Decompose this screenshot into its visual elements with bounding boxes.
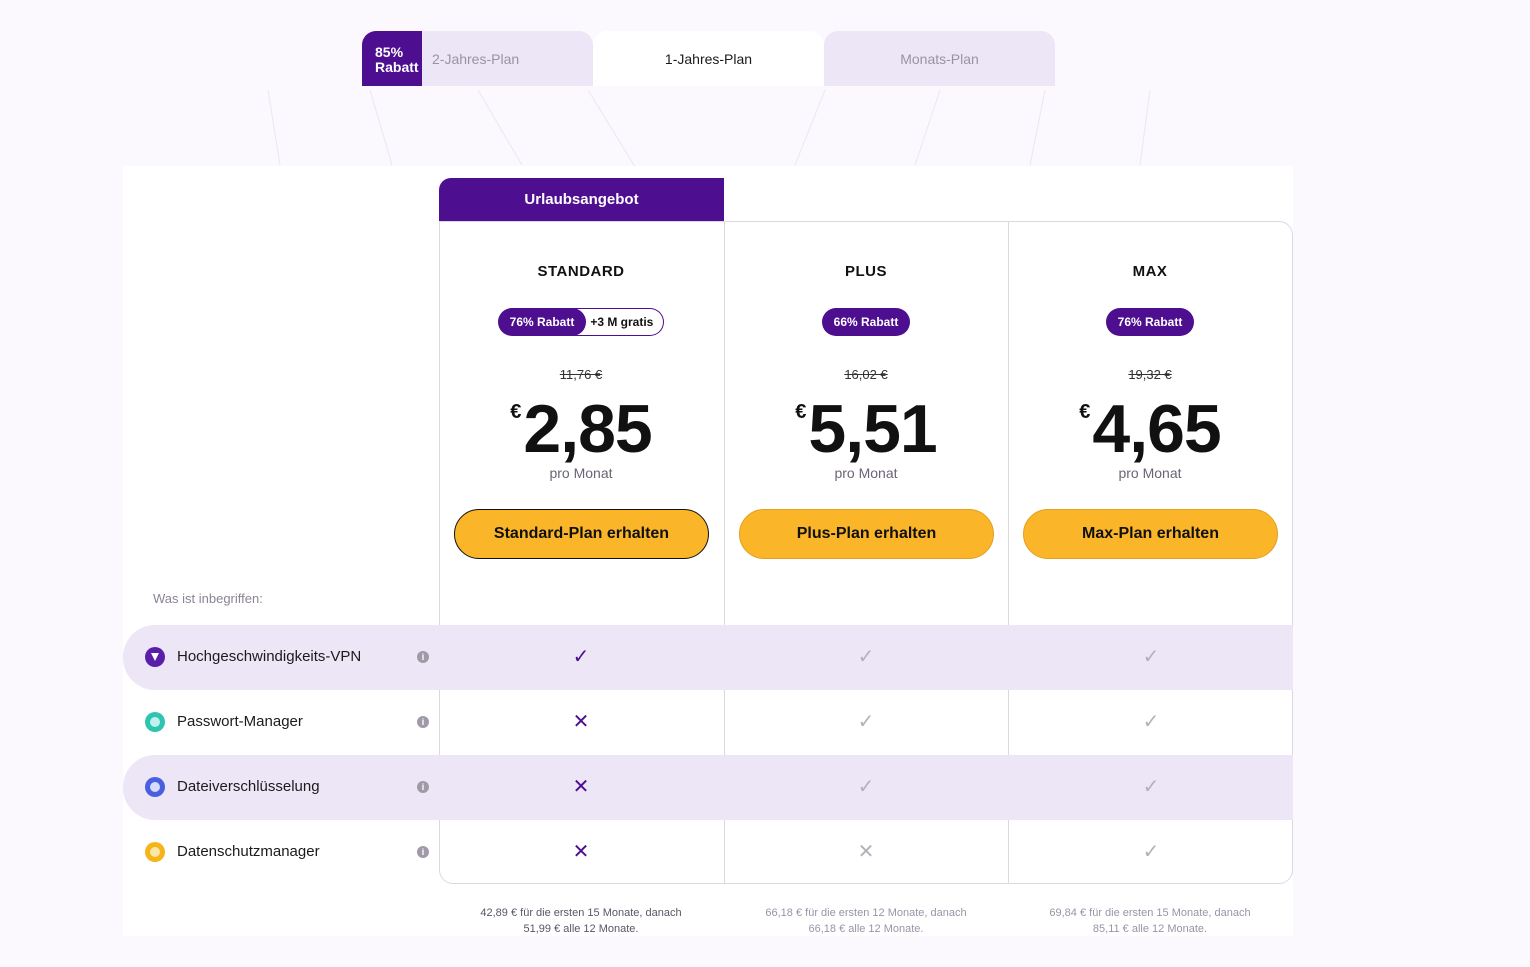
tab-label: 1-Jahres-Plan — [664, 50, 753, 67]
currency-symbol: € — [510, 401, 522, 423]
plan-standard: STANDARD 76% Rabatt +3 M gratis 11,76 € … — [439, 221, 723, 601]
discount-pills: 66% Rabatt — [724, 308, 1008, 336]
price: € 4,65 — [1008, 391, 1292, 467]
price-amount: 5,51 — [808, 391, 937, 467]
feature-label: Dateiverschlüsselung — [177, 778, 320, 795]
feature-label: Passwort-Manager — [177, 713, 303, 730]
check-icon: ✓ — [1142, 841, 1160, 863]
tab-label: 2-Jahres-Plan — [432, 50, 520, 67]
discount-badge: 76% Rabatt — [1105, 308, 1195, 336]
vpn-shield-icon — [145, 647, 165, 667]
check-icon: ✓ — [1142, 776, 1160, 798]
check-icon: ✓ — [1142, 646, 1160, 668]
check-icon: ✓ — [857, 776, 875, 798]
tab-2-year-plan[interactable]: 85% Rabatt 2-Jahres-Plan — [362, 31, 593, 86]
plan-name: STANDARD — [537, 263, 625, 280]
plan-plus: PLUS 66% Rabatt 16,02 € € 5,51 pro Monat… — [724, 221, 1008, 601]
plan-footnote: 66,18 € für die ersten 12 Monate, danach… — [724, 905, 1008, 937]
get-plus-plan-button[interactable]: Plus-Plan erhalten — [739, 509, 994, 559]
footnote-line: 66,18 € alle 12 Monate. — [808, 923, 924, 935]
feature-label: Hochgeschwindigkeits-VPN — [177, 648, 362, 665]
cross-icon: ✕ — [572, 711, 590, 733]
feature-row-password-manager: Passwort-Manager i ✕ ✓ ✓ — [123, 690, 1293, 755]
price-period: pro Monat — [549, 465, 613, 481]
included-heading: Was ist inbegriffen: — [153, 591, 263, 606]
currency-symbol: € — [1079, 401, 1091, 423]
price-amount: 2,85 — [523, 391, 652, 467]
discount-pills: 76% Rabatt — [1008, 308, 1292, 336]
tab-monthly-plan[interactable]: Monats-Plan — [824, 31, 1055, 86]
info-icon[interactable]: i — [417, 651, 429, 663]
plan-name: PLUS — [844, 263, 887, 280]
cross-icon: ✕ — [857, 841, 875, 863]
price: € 2,85 — [439, 391, 723, 467]
footnote-line: 51,99 € alle 12 Monate. — [523, 923, 639, 935]
footnote-line: 66,18 € für die ersten 12 Monate, danach — [765, 907, 967, 919]
old-price: 11,76 € — [559, 367, 603, 382]
info-icon[interactable]: i — [417, 846, 429, 858]
plan-footnote: 69,84 € für die ersten 15 Monate, danach… — [1008, 905, 1292, 937]
info-icon[interactable]: i — [417, 716, 429, 728]
price-period: pro Monat — [1118, 465, 1182, 481]
plan-name: MAX — [1132, 263, 1168, 280]
check-icon: ✓ — [857, 646, 875, 668]
old-price: 19,32 € — [1128, 367, 1172, 382]
footnote-line: 69,84 € für die ersten 15 Monate, danach — [1049, 907, 1251, 919]
file-encryption-icon — [145, 777, 165, 797]
cross-icon: ✕ — [572, 776, 590, 798]
plan-footnote: 42,89 € für die ersten 15 Monate, danach… — [439, 905, 723, 937]
bonus-badge: +3 M gratis — [572, 308, 665, 336]
feature-label: Datenschutzmanager — [177, 843, 320, 860]
price-amount: 4,65 — [1092, 391, 1221, 467]
feature-row-privacy-manager: Datenschutzmanager i ✕ ✕ ✓ — [123, 820, 1293, 885]
check-icon: ✓ — [857, 711, 875, 733]
discount-pills: 76% Rabatt +3 M gratis — [439, 308, 723, 336]
footnote-line: 42,89 € für die ersten 15 Monate, danach — [480, 907, 682, 919]
cross-icon: ✕ — [572, 841, 590, 863]
tab-1-year-plan[interactable]: 1-Jahres-Plan — [593, 31, 824, 86]
discount-badge: 66% Rabatt — [821, 308, 911, 336]
feature-row-vpn: Hochgeschwindigkeits-VPN i ✓ ✓ ✓ — [123, 625, 1293, 690]
currency-symbol: € — [795, 401, 807, 423]
old-price: 16,02 € — [844, 367, 888, 382]
feature-row-file-encryption: Dateiverschlüsselung i ✕ ✓ ✓ — [123, 755, 1293, 820]
plan-period-tabs: 85% Rabatt 2-Jahres-Plan 1-Jahres-Plan M… — [362, 31, 1055, 86]
get-standard-plan-button[interactable]: Standard-Plan erhalten — [454, 509, 709, 559]
privacy-manager-icon — [145, 842, 165, 862]
footnote-line: 85,11 € alle 12 Monate. — [1092, 923, 1208, 935]
get-max-plan-button[interactable]: Max-Plan erhalten — [1023, 509, 1278, 559]
password-manager-icon — [145, 712, 165, 732]
discount-badge-85: 85% Rabatt — [362, 31, 422, 86]
check-icon: ✓ — [1142, 711, 1160, 733]
tab-label: Monats-Plan — [900, 50, 979, 67]
price-period: pro Monat — [834, 465, 898, 481]
plan-max: MAX 76% Rabatt 19,32 € € 4,65 pro Monat … — [1008, 221, 1292, 601]
info-icon[interactable]: i — [417, 781, 429, 793]
promo-banner: Urlaubsangebot — [439, 178, 724, 221]
check-icon: ✓ — [572, 646, 590, 668]
price: € 5,51 — [724, 391, 1008, 467]
